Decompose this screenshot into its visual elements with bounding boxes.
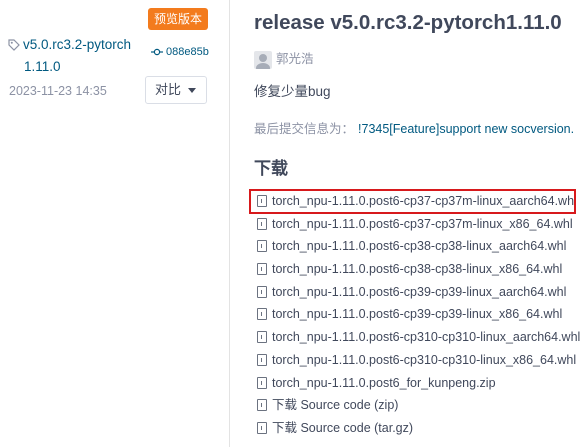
file-name[interactable]: torch_npu-1.11.0.post6-cp38-cp38-linux_x… [272, 262, 562, 276]
download-file-item[interactable]: torch_npu-1.11.0.post6-cp310-cp310-linux… [254, 349, 584, 372]
prerelease-badge: 预览版本 [148, 8, 209, 30]
download-file-item[interactable]: torch_npu-1.11.0.post6-cp37-cp37m-linux_… [254, 213, 584, 236]
commit-link[interactable]: 088e85b [151, 46, 209, 60]
download-source-targz[interactable]: 下载 Source code (tar.gz) [254, 417, 584, 440]
tag-label-line1[interactable]: v5.0.rc3.2-pytorch [23, 37, 131, 52]
file-name[interactable]: torch_npu-1.11.0.post6-cp310-cp310-linux… [272, 353, 576, 367]
file-icon [257, 353, 267, 366]
tag-icon [8, 37, 20, 57]
file-icon [257, 421, 267, 434]
release-description: 修复少量bug [254, 84, 331, 99]
commit-hash[interactable]: 088e85b [166, 46, 209, 58]
release-date: 2023-11-23 14:35 [9, 84, 107, 98]
download-file-item[interactable]: torch_npu-1.11.0.post6-cp37-cp37m-linux_… [249, 189, 577, 214]
file-icon [257, 240, 267, 253]
download-file-item[interactable]: torch_npu-1.11.0.post6-cp39-cp39-linux_a… [254, 281, 584, 304]
file-name[interactable]: torch_npu-1.11.0.post6_for_kunpeng.zip [272, 376, 496, 390]
file-icon [257, 285, 267, 298]
download-file-item[interactable]: torch_npu-1.11.0.post6-cp39-cp39-linux_x… [254, 303, 584, 326]
commit-info-label: 最后提交信息为： [254, 122, 355, 136]
download-heading: 下载 [254, 159, 288, 178]
file-icon [257, 399, 267, 412]
author-name[interactable]: 郭光浩 [276, 52, 314, 66]
release-tag-link[interactable]: v5.0.rc3.2-pytorch 1.11.0 [8, 35, 148, 77]
download-file-item[interactable]: torch_npu-1.11.0.post6-cp38-cp38-linux_a… [254, 235, 584, 258]
release-title: release v5.0.rc3.2-pytorch1.11.0 [254, 11, 562, 34]
compare-dropdown-button[interactable]: 对比 [145, 76, 207, 104]
avatar[interactable] [254, 50, 272, 69]
caret-down-icon [188, 88, 196, 93]
file-name[interactable]: torch_npu-1.11.0.post6-cp39-cp39-linux_x… [272, 307, 562, 321]
release-sidebar: 预览版本 v5.0.rc3.2-pytorch 1.11.0 088e85b 2… [0, 0, 230, 447]
file-name[interactable]: torch_npu-1.11.0.post6-cp37-cp37m-linux_… [272, 194, 577, 208]
author-row[interactable]: 郭光浩 [254, 48, 314, 69]
file-name[interactable]: torch_npu-1.11.0.post6-cp39-cp39-linux_a… [272, 285, 566, 299]
file-name[interactable]: torch_npu-1.11.0.post6-cp37-cp37m-linux_… [272, 217, 573, 231]
file-icon [257, 217, 267, 230]
commit-icon [151, 47, 163, 60]
commit-info-link[interactable]: !7345[Feature]support new socversion. [358, 122, 574, 136]
last-commit-info: 最后提交信息为： !7345[Feature]support new socver… [254, 118, 574, 137]
download-file-item[interactable]: torch_npu-1.11.0.post6-cp38-cp38-linux_x… [254, 258, 584, 281]
file-name[interactable]: torch_npu-1.11.0.post6-cp310-cp310-linux… [272, 330, 580, 344]
file-name[interactable]: torch_npu-1.11.0.post6-cp38-cp38-linux_a… [272, 239, 566, 253]
file-icon [257, 263, 267, 276]
download-file-list: torch_npu-1.11.0.post6-cp37-cp37m-linux_… [249, 189, 584, 440]
tag-label-line2[interactable]: 1.11.0 [8, 57, 148, 77]
file-icon [257, 331, 267, 344]
download-file-item[interactable]: torch_npu-1.11.0.post6-cp310-cp310-linux… [254, 326, 584, 349]
download-source-zip[interactable]: 下载 Source code (zip) [254, 394, 584, 417]
file-name[interactable]: 下载 Source code (tar.gz) [272, 421, 413, 435]
file-icon [257, 376, 267, 389]
compare-label: 对比 [155, 82, 182, 97]
file-name[interactable]: 下载 Source code (zip) [272, 398, 398, 412]
download-file-item[interactable]: torch_npu-1.11.0.post6_for_kunpeng.zip [254, 372, 584, 395]
file-icon [257, 195, 267, 207]
file-icon [257, 308, 267, 321]
